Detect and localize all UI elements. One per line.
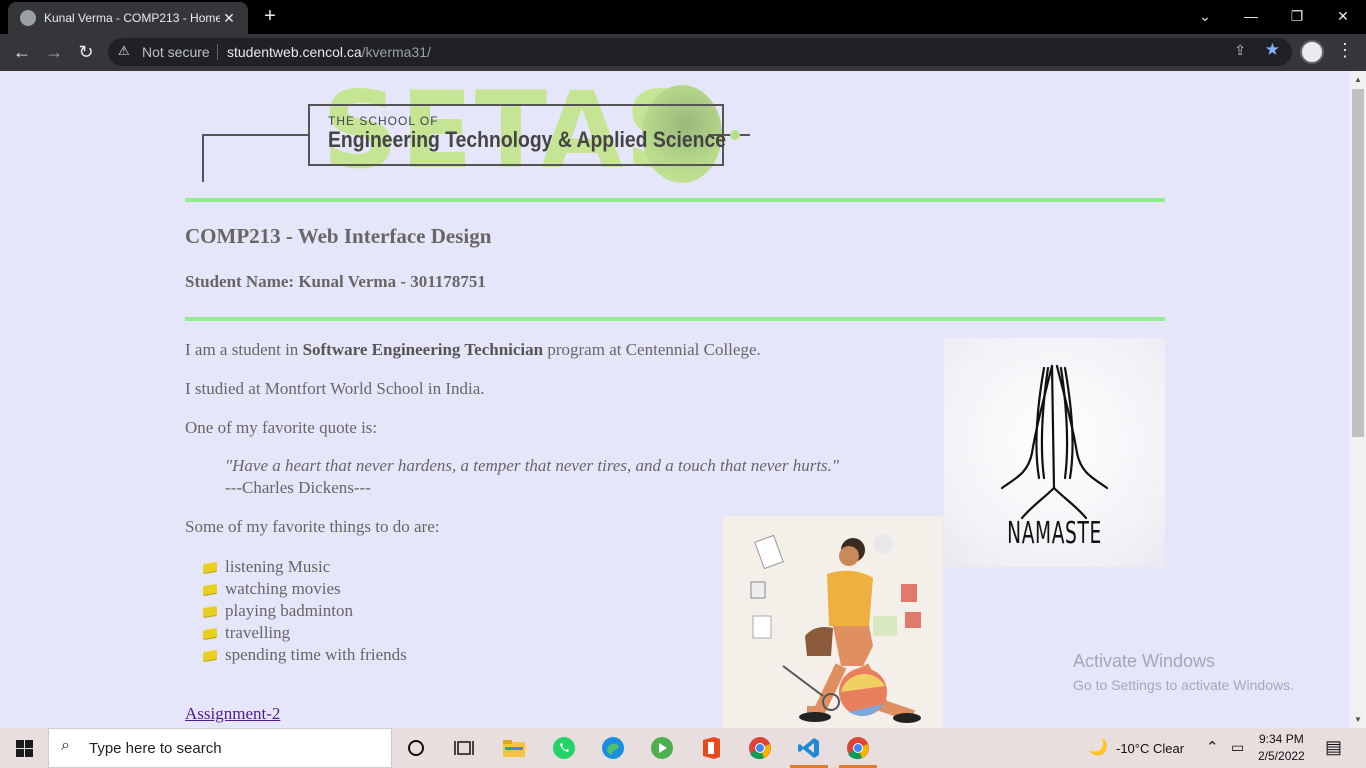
clock-date[interactable]: 2/5/2022 bbox=[1258, 749, 1305, 763]
assignment-2-link[interactable]: Assignment-2 bbox=[185, 704, 280, 724]
chrome-profile-icon[interactable] bbox=[844, 734, 872, 762]
content-divider bbox=[185, 317, 1165, 321]
divider bbox=[217, 44, 218, 60]
new-tab-button[interactable]: + bbox=[258, 5, 282, 29]
browser-titlebar: Kunal Verma - COMP213 - Home ✕ + ⌄ — ❐ ✕ bbox=[0, 0, 1366, 34]
edge-icon[interactable] bbox=[599, 734, 627, 762]
tab-search-button[interactable]: ⌄ bbox=[1182, 0, 1228, 34]
bullet-icon bbox=[203, 649, 217, 661]
office-icon[interactable] bbox=[697, 734, 725, 762]
list-item-text: listening Music bbox=[225, 557, 331, 576]
logo-school-name: Engineering Technology & Applied Science bbox=[328, 127, 727, 152]
cortana-icon[interactable] bbox=[402, 734, 430, 762]
favorite-quote: "Have a heart that never hardens, a temp… bbox=[225, 456, 840, 475]
weather-text[interactable]: -10°C Clear bbox=[1116, 741, 1184, 756]
bullet-icon bbox=[203, 561, 217, 573]
warning-icon[interactable]: ⚠ bbox=[118, 43, 130, 59]
start-button[interactable] bbox=[0, 728, 48, 768]
student-name: Student Name: Kunal Verma - 301178751 bbox=[185, 272, 486, 291]
logo-dot bbox=[730, 130, 740, 140]
share-icon[interactable]: ⇪ bbox=[1234, 42, 1246, 59]
scroll-up-icon[interactable]: ▲ bbox=[1354, 75, 1362, 84]
url-host: studentweb.cencol.ca bbox=[227, 44, 362, 60]
chrome-icon[interactable] bbox=[746, 734, 774, 762]
search-placeholder: Type here to search bbox=[89, 740, 222, 757]
reload-button[interactable]: ↻ bbox=[72, 39, 100, 67]
page-viewport: SETAS THE SCHOOL OF Engineering Technolo… bbox=[0, 71, 1350, 728]
windows-taskbar: ⌕ Type here to search 🌙 -10°C Clear ⌃ ▭ … bbox=[0, 728, 1366, 768]
multitasking-person-image bbox=[723, 516, 943, 728]
school-paragraph: I studied at Montfort World School in In… bbox=[185, 379, 485, 398]
tab-title: Kunal Verma - COMP213 - Home bbox=[44, 11, 220, 25]
tab-close-button[interactable]: ✕ bbox=[220, 10, 238, 27]
logo-line bbox=[202, 134, 308, 136]
list-item: travelling bbox=[203, 622, 407, 644]
security-label[interactable]: Not secure bbox=[142, 44, 210, 60]
restore-button[interactable]: ❐ bbox=[1274, 0, 1320, 34]
header-divider bbox=[185, 198, 1165, 202]
list-item-text: travelling bbox=[225, 623, 291, 642]
chevron-up-icon[interactable]: ⌃ bbox=[1206, 738, 1219, 756]
url-text[interactable]: studentweb.cencol.ca/kverma31/ bbox=[227, 44, 431, 60]
intro-text: I am a student in bbox=[185, 340, 303, 359]
setas-logo: SETAS THE SCHOOL OF Engineering Technolo… bbox=[200, 78, 760, 187]
bullet-icon bbox=[203, 583, 217, 595]
minimize-button[interactable]: — bbox=[1228, 0, 1274, 34]
close-window-button[interactable]: ✕ bbox=[1320, 0, 1366, 34]
activate-windows-title: Activate Windows bbox=[1073, 651, 1216, 671]
bullet-icon bbox=[203, 605, 217, 617]
url-path: /kverma31/ bbox=[361, 44, 431, 60]
notification-center-icon[interactable]: ▤ bbox=[1325, 737, 1342, 758]
globe-icon bbox=[20, 10, 36, 26]
address-bar[interactable]: ⚠ Not secure studentweb.cencol.ca/kverma… bbox=[108, 38, 1292, 66]
list-item: spending time with friends bbox=[203, 644, 407, 666]
moon-weather-icon[interactable]: 🌙 bbox=[1088, 737, 1108, 757]
namaste-image: NAMASTE bbox=[944, 338, 1165, 567]
logo-line bbox=[202, 134, 204, 182]
task-view-icon[interactable] bbox=[450, 734, 478, 762]
back-button[interactable]: ← bbox=[8, 39, 36, 67]
file-explorer-icon[interactable] bbox=[500, 734, 528, 762]
media-player-icon[interactable] bbox=[648, 734, 676, 762]
namaste-text: NAMASTE bbox=[1007, 516, 1102, 551]
vscode-icon[interactable] bbox=[795, 734, 823, 762]
person-illustration bbox=[750, 534, 921, 723]
scroll-down-icon[interactable]: ▼ bbox=[1354, 715, 1362, 724]
list-item-text: spending time with friends bbox=[225, 645, 407, 664]
list-item-text: watching movies bbox=[225, 579, 341, 598]
program-name: Software Engineering Technician bbox=[302, 340, 544, 359]
profile-avatar[interactable] bbox=[1300, 40, 1324, 64]
intro-text-end: program at Centennial College. bbox=[543, 340, 761, 359]
logo-subtitle: THE SCHOOL OF bbox=[328, 114, 439, 128]
favorite-things-list: listening Music watching movies playing … bbox=[203, 556, 407, 666]
search-icon: ⌕ bbox=[61, 737, 70, 754]
battery-icon[interactable]: ▭ bbox=[1231, 739, 1244, 756]
quote-intro: One of my favorite quote is: bbox=[185, 418, 378, 437]
vertical-scrollbar[interactable]: ▲ ▼ bbox=[1350, 71, 1366, 728]
scrollbar-thumb[interactable] bbox=[1352, 89, 1364, 437]
taskbar-search[interactable]: ⌕ Type here to search bbox=[48, 728, 392, 768]
list-item: playing badminton bbox=[203, 600, 407, 622]
quote-author: ---Charles Dickens--- bbox=[225, 478, 371, 497]
forward-button[interactable]: → bbox=[40, 39, 68, 67]
activate-windows-hint: Go to Settings to activate Windows. bbox=[1073, 677, 1294, 693]
list-item: listening Music bbox=[203, 556, 407, 578]
browser-tab-active[interactable]: Kunal Verma - COMP213 - Home ✕ bbox=[8, 2, 248, 34]
intro-paragraph: I am a student in Software Engineering T… bbox=[185, 340, 761, 360]
chrome-menu-button[interactable]: ⋮ bbox=[1336, 40, 1354, 61]
bookmark-star-icon[interactable]: ★ bbox=[1265, 40, 1280, 60]
clock-time[interactable]: 9:34 PM bbox=[1259, 732, 1304, 746]
things-intro: Some of my favorite things to do are: bbox=[185, 517, 440, 536]
browser-toolbar: ← → ↻ ⚠ Not secure studentweb.cencol.ca/… bbox=[0, 34, 1366, 71]
course-title: COMP213 - Web Interface Design bbox=[185, 224, 492, 248]
list-item: watching movies bbox=[203, 578, 407, 600]
windows-logo-icon bbox=[15, 739, 33, 757]
bullet-icon bbox=[203, 627, 217, 639]
list-item-text: playing badminton bbox=[225, 601, 353, 620]
whatsapp-icon[interactable] bbox=[550, 734, 578, 762]
